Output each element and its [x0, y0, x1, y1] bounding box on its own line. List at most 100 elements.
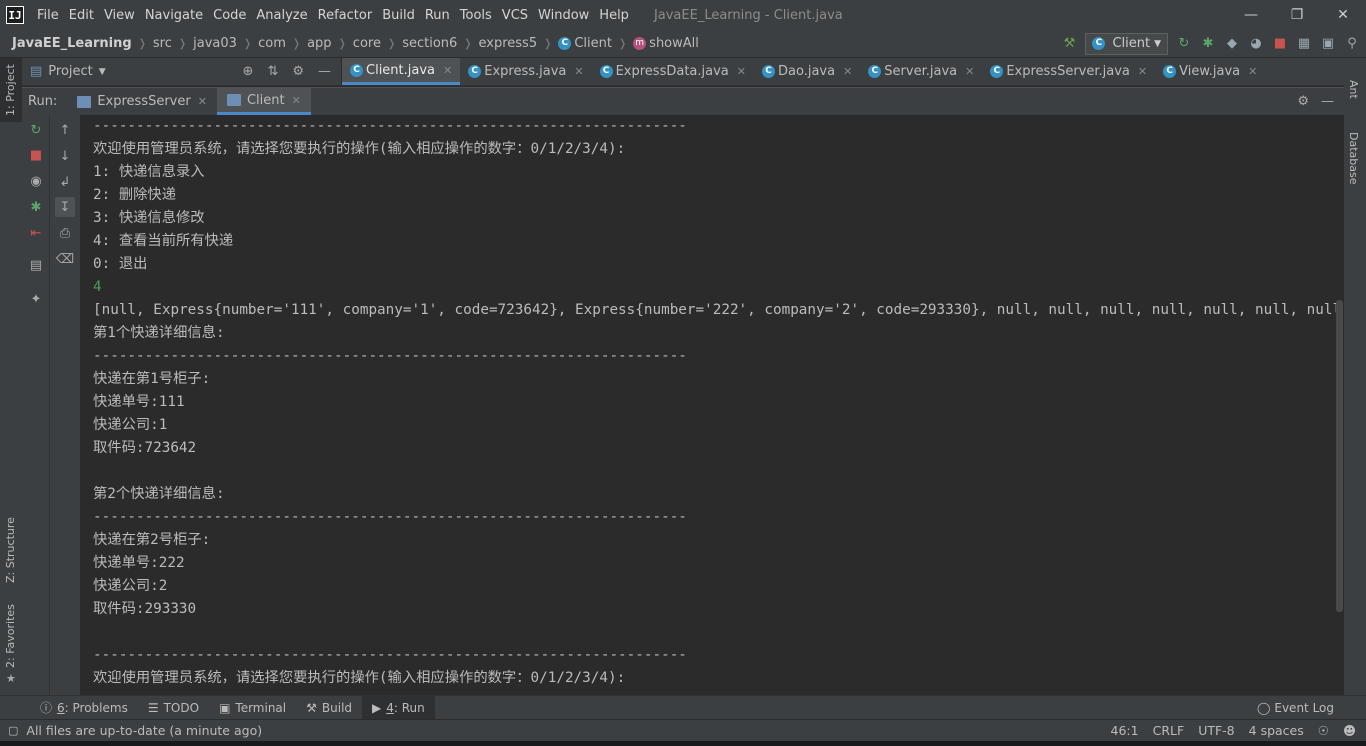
bottom-tab[interactable]: ⚒ Build [296, 696, 362, 719]
database-tool-label[interactable]: Database [1347, 132, 1360, 185]
favorites-tool-label[interactable]: 2: Favorites [4, 604, 17, 668]
menu-tools[interactable]: Tools [455, 8, 497, 23]
close-icon[interactable]: ✕ [574, 65, 583, 78]
arrow-down-icon[interactable]: ↓ [55, 146, 75, 166]
menu-refactor[interactable]: Refactor [313, 8, 378, 23]
stop-icon[interactable]: ■ [26, 145, 46, 165]
collapse-icon[interactable]: ⇅ [267, 64, 278, 79]
memory-icon[interactable]: ☻ [1343, 723, 1356, 738]
status-toggle-icon[interactable]: ▢ [8, 724, 18, 737]
layout-icon[interactable]: ▤ [26, 255, 46, 275]
event-log-icon: ◯ [1256, 700, 1271, 715]
locate-icon[interactable]: ⊕ [243, 64, 254, 79]
menu-window[interactable]: Window [533, 8, 594, 23]
soft-wrap-icon[interactable]: ↲ [55, 172, 75, 192]
caret-position[interactable]: 46:1 [1111, 723, 1139, 738]
indent-setting[interactable]: 4 spaces [1249, 723, 1304, 738]
menu-vcs[interactable]: VCS [497, 8, 533, 23]
menu-edit[interactable]: Edit [64, 8, 99, 23]
console-output[interactable]: ----------------------------------------… [81, 115, 1344, 695]
breadcrumb-item[interactable]: JavaEE_Learning [12, 36, 132, 51]
editor-tab[interactable]: C View.java ✕ [1155, 58, 1265, 85]
debug-icon[interactable]: ✱ [26, 197, 46, 217]
rerun-icon[interactable]: ↻ [26, 120, 46, 140]
lock-icon[interactable]: ☉ [1318, 723, 1329, 738]
trash-icon[interactable]: ⌫ [55, 249, 75, 269]
editor-tab[interactable]: C ExpressServer.java ✕ [982, 58, 1155, 85]
gear-icon[interactable]: ⚙ [292, 64, 304, 79]
hide-icon[interactable]: — [318, 64, 331, 79]
breadcrumb-item[interactable]: section6 [402, 36, 457, 51]
main-menu: File Edit View Navigate Code Analyze Refactor B… [32, 8, 634, 23]
breadcrumb-item[interactable]: m showAll [633, 36, 699, 51]
close-icon[interactable]: ✕ [1138, 65, 1147, 78]
line-separator[interactable]: CRLF [1153, 723, 1185, 738]
project-tool-label[interactable]: 1: Project [4, 64, 17, 116]
restore-icon[interactable]: ❐ [1274, 7, 1320, 23]
arrow-up-icon[interactable]: ↑ [55, 120, 75, 140]
run-anything-icon[interactable]: ▣ [1320, 36, 1336, 52]
file-encoding[interactable]: UTF-8 [1198, 723, 1234, 738]
breadcrumb-item[interactable]: com [258, 36, 286, 51]
close-icon[interactable]: ✕ [737, 65, 746, 78]
run-config-select[interactable]: C Client ▼ [1085, 32, 1168, 55]
minimize-icon[interactable]: — [1228, 7, 1274, 23]
breadcrumb-item[interactable]: src [153, 36, 172, 51]
exit-icon[interactable]: ⇤ [26, 223, 46, 243]
breadcrumb-item[interactable]: core [353, 36, 381, 51]
console-scrollbar[interactable] [1336, 300, 1343, 612]
rerun-icon[interactable]: ↻ [1176, 36, 1192, 52]
hide-icon[interactable]: — [1321, 94, 1334, 109]
stop-icon[interactable]: ■ [1272, 36, 1288, 52]
editor-tab[interactable]: C Express.java ✕ [460, 58, 591, 85]
console-line: 快递在第1号柜子: [93, 371, 211, 387]
editor-tab[interactable]: C Dao.java ✕ [754, 58, 860, 85]
pin-icon[interactable]: ✦ [26, 289, 46, 309]
title-bar: IJ File Edit View Navigate Code Analyze Refact… [0, 0, 1366, 30]
scroll-to-end-icon[interactable]: ↧ [55, 197, 75, 217]
menu-navigate[interactable]: Navigate [140, 8, 208, 23]
camera-icon[interactable]: ◉ [26, 171, 46, 191]
close-icon[interactable]: ✕ [843, 65, 852, 78]
run-tab[interactable]: Client ✕ [216, 88, 311, 115]
breadcrumb-item[interactable]: C Client [558, 36, 612, 51]
breadcrumb-item[interactable]: express5 [479, 36, 538, 51]
gear-icon[interactable]: ⚙ [1297, 94, 1309, 109]
breadcrumb-item[interactable]: app [307, 36, 331, 51]
close-icon[interactable]: ✕ [1320, 7, 1366, 23]
bottom-tab[interactable]: ▶ 4: Run [362, 696, 435, 719]
close-icon[interactable]: ✕ [292, 94, 301, 107]
breadcrumb-separator: ❭ [463, 37, 473, 50]
coverage-icon[interactable]: ◆ [1224, 36, 1240, 52]
project-view-selector[interactable]: ▤ Project ▼ ⊕ ⇅ ⚙ — [22, 58, 342, 85]
build-hammer-icon[interactable]: ⚒ [1061, 36, 1077, 52]
project-structure-icon[interactable]: ▦ [1296, 36, 1312, 52]
menu-run[interactable]: Run [420, 8, 455, 23]
editor-tab[interactable]: C Server.java ✕ [860, 58, 982, 85]
bottom-tab[interactable]: ⓘ 6: Problems [30, 696, 138, 719]
search-icon[interactable]: ⚲ [1344, 36, 1360, 52]
menu-file[interactable]: File [32, 8, 64, 23]
terminal-icon: ▣ [219, 700, 231, 715]
print-icon[interactable]: ⎙ [55, 223, 75, 243]
breadcrumb-item[interactable]: java03 [193, 36, 237, 51]
menu-code[interactable]: Code [208, 8, 251, 23]
menu-view[interactable]: View [99, 8, 140, 23]
close-icon[interactable]: ✕ [443, 64, 452, 77]
run-tab[interactable]: ExpressServer ✕ [67, 88, 217, 115]
close-icon[interactable]: ✕ [1248, 65, 1257, 78]
menu-build[interactable]: Build [377, 8, 420, 23]
profile-icon[interactable]: ◕ [1248, 36, 1264, 52]
menu-analyze[interactable]: Analyze [251, 8, 312, 23]
menu-help[interactable]: Help [594, 8, 634, 23]
bottom-tab[interactable]: ▣ Terminal [209, 696, 296, 719]
debug-icon[interactable]: ✱ [1200, 36, 1216, 52]
editor-tab[interactable]: C Client.java ✕ [342, 58, 461, 85]
bottom-tab[interactable]: ☰ TODO [138, 696, 209, 719]
structure-tool-label[interactable]: Z: Structure [4, 517, 17, 583]
close-icon[interactable]: ✕ [198, 95, 207, 108]
event-log-button[interactable]: ◯ Event Log [1257, 701, 1366, 715]
editor-tab[interactable]: C ExpressData.java ✕ [592, 58, 754, 85]
ant-tool-label[interactable]: Ant [1347, 80, 1360, 99]
close-icon[interactable]: ✕ [965, 65, 974, 78]
